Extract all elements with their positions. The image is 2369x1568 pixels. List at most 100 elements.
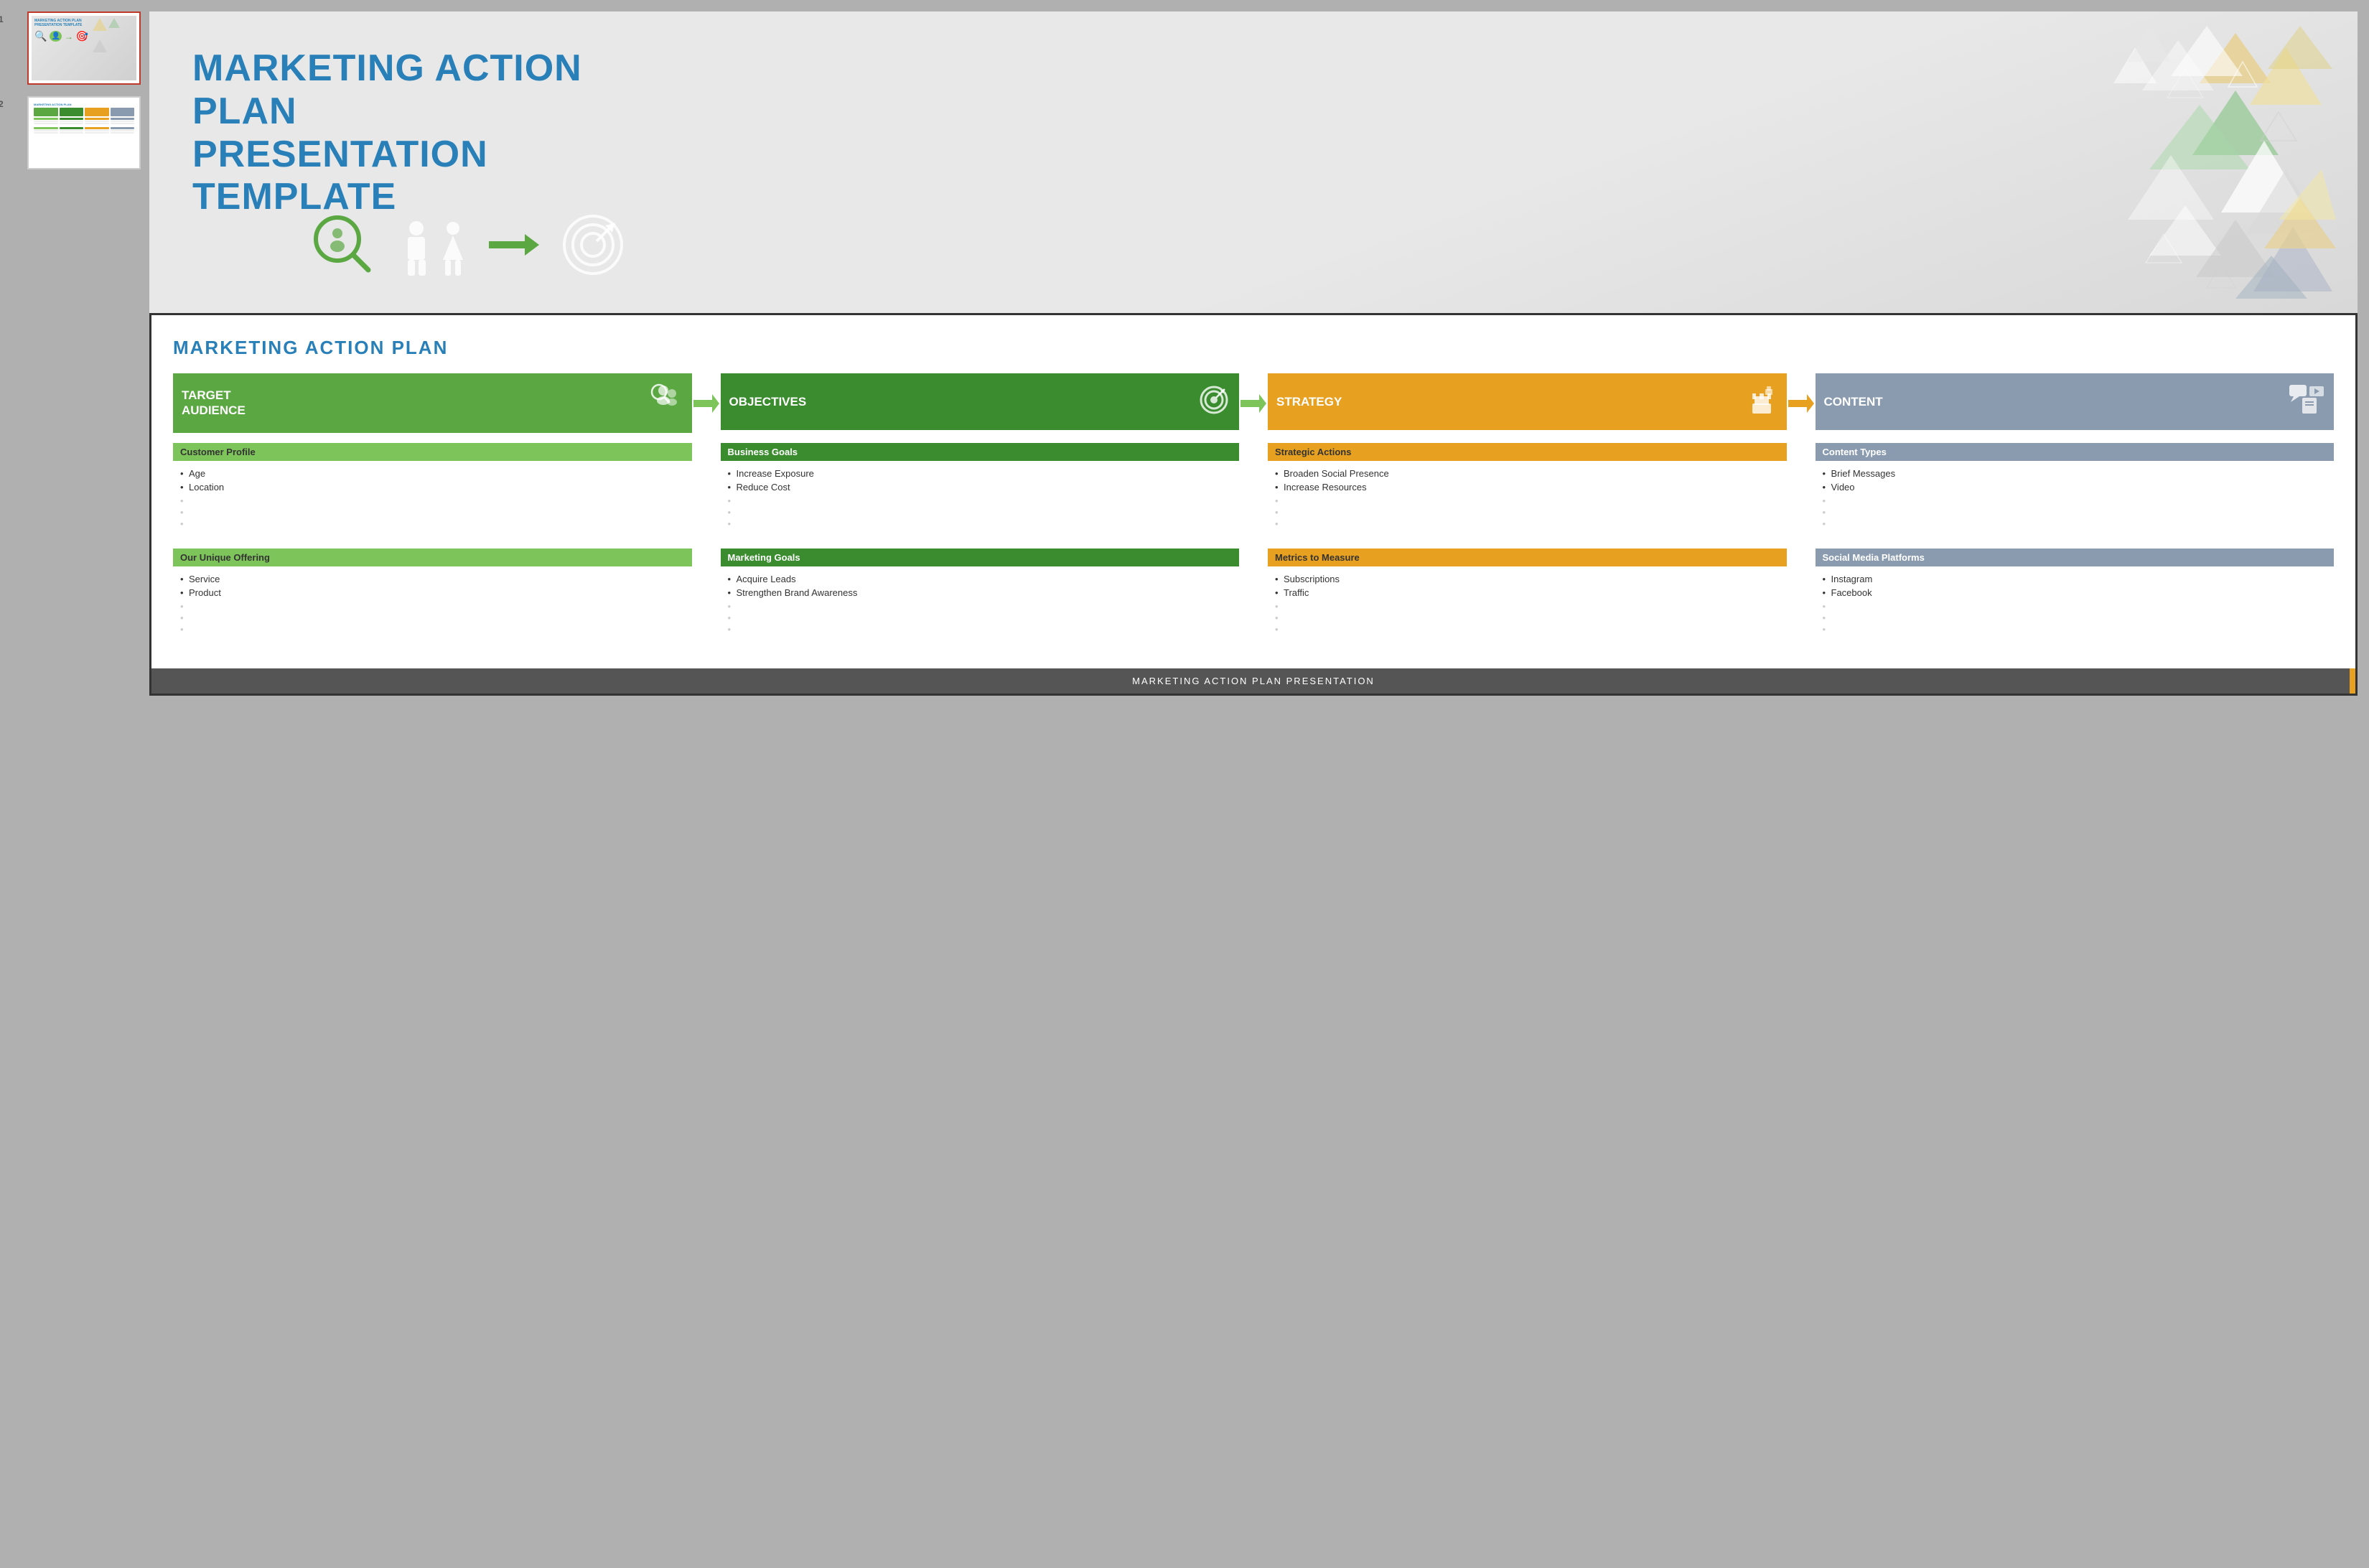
content-types-header: Content Types — [1816, 443, 2335, 461]
thumb2-title: MARKETING ACTION PLAN — [34, 103, 134, 106]
strategic-actions-section: Strategic Actions Broaden Social Presenc… — [1268, 443, 1787, 536]
slide2-footer: MARKETING ACTION PLAN PRESENTATION — [151, 668, 2355, 694]
item-empty-7: . — [728, 494, 1233, 505]
item-instagram: Instagram — [1823, 572, 2327, 586]
unique-offering-content: Service Product . . . — [173, 569, 692, 641]
slide2-main-title: MARKETING ACTION PLAN — [173, 337, 2334, 359]
strategy-label: STRATEGY — [1276, 395, 1342, 409]
item-empty-10: . — [728, 599, 1233, 611]
slide-number-1: 1 — [0, 14, 4, 24]
slide-thumbnail-2[interactable]: MARKETING ACTION PLAN — [27, 96, 141, 169]
item-reduce-cost: Reduce Cost — [728, 480, 1233, 494]
item-strengthen-brand: Strengthen Brand Awareness — [728, 586, 1233, 599]
item-empty-4: . — [180, 599, 685, 611]
target-audience-header: TARGETAUDIENCE — [173, 373, 692, 433]
item-traffic: Traffic — [1275, 586, 1780, 599]
objectives-header: OBJECTIVES — [721, 373, 1240, 430]
social-media-header: Social Media Platforms — [1816, 549, 2335, 566]
slide-number-2: 2 — [0, 99, 4, 109]
content-types-content: Brief Messages Video . . . — [1816, 464, 2335, 536]
header-strategy: STRATEGY — [1268, 373, 1787, 433]
item-empty-20: . — [1823, 505, 2327, 517]
content-sections-row: Customer Profile Age Location . . . Our … — [173, 443, 2334, 654]
business-goals-content: Increase Exposure Reduce Cost . . . — [721, 464, 1240, 536]
footer-text: MARKETING ACTION PLAN PRESENTATION — [1132, 676, 1375, 686]
item-brief-messages: Brief Messages — [1823, 467, 2327, 480]
content-header: CONTENT — [1816, 373, 2335, 430]
objectives-label: OBJECTIVES — [729, 395, 807, 409]
strategic-actions-content: Broaden Social Presence Increase Resourc… — [1268, 464, 1787, 536]
item-empty-13: . — [1275, 494, 1780, 505]
content-label: CONTENT — [1824, 395, 1883, 409]
header-objectives: OBJECTIVES — [721, 373, 1240, 433]
item-subscriptions: Subscriptions — [1275, 572, 1780, 586]
metrics-content: Subscriptions Traffic . . . — [1268, 569, 1787, 641]
item-empty-16: . — [1275, 599, 1780, 611]
content-sections: Content Types Brief Messages Video . . .… — [1816, 443, 2335, 654]
item-empty-17: . — [1275, 611, 1780, 622]
target-icon-illustration — [561, 213, 625, 281]
slide-thumbnail-panel: 1 MARKETING ACTION PLANPRESENTATION TEMP… — [11, 11, 141, 1557]
header-target-audience: TARGETAUDIENCE — [173, 373, 692, 433]
item-broaden-social: Broaden Social Presence — [1275, 467, 1780, 480]
customer-profile-header: Customer Profile — [173, 443, 692, 461]
slide-title: MARKETING ACTION PLAN PRESENTATION TEMPL… — [192, 47, 695, 219]
social-media-content: Instagram Facebook . . . — [1816, 569, 2335, 641]
item-empty-14: . — [1275, 505, 1780, 517]
arrow-2 — [1239, 373, 1268, 433]
item-empty-3: . — [180, 517, 685, 528]
marketing-goals-section: Marketing Goals Acquire Leads Strengthen… — [721, 549, 1240, 641]
item-empty-24: . — [1823, 622, 2327, 634]
item-empty-6: . — [180, 622, 685, 634]
target-audience-icon — [648, 383, 683, 423]
item-empty-9: . — [728, 517, 1233, 528]
footer-accent — [2350, 668, 2355, 694]
flow-arrow-illustration — [489, 230, 539, 263]
arrow-1 — [692, 373, 721, 433]
item-service: Service — [180, 572, 685, 586]
item-empty-5: . — [180, 611, 685, 622]
strategic-actions-header: Strategic Actions — [1268, 443, 1787, 461]
marketing-goals-content: Acquire Leads Strengthen Brand Awareness… — [721, 569, 1240, 641]
item-empty-22: . — [1823, 599, 2327, 611]
item-empty-23: . — [1823, 611, 2327, 622]
slide-2-map: MARKETING ACTION PLAN TARGETAUDIENCE — [149, 313, 2358, 696]
decoration-triangles — [1934, 26, 2336, 299]
target-audience-sections: Customer Profile Age Location . . . Our … — [173, 443, 692, 654]
item-empty-1: . — [180, 494, 685, 505]
item-empty-18: . — [1275, 622, 1780, 634]
target-audience-label: TARGETAUDIENCE — [182, 388, 246, 418]
marketing-goals-header: Marketing Goals — [721, 549, 1240, 566]
strategy-icon — [1745, 383, 1778, 420]
item-empty-12: . — [728, 622, 1233, 634]
item-product: Product — [180, 586, 685, 599]
item-location: Location — [180, 480, 685, 494]
item-facebook: Facebook — [1823, 586, 2327, 599]
column-headers-row: TARGETAUDIENCE — [173, 373, 2334, 433]
content-types-section: Content Types Brief Messages Video . . . — [1816, 443, 2335, 536]
arrow-3 — [1787, 373, 1816, 433]
customer-profile-section: Customer Profile Age Location . . . — [173, 443, 692, 536]
item-age: Age — [180, 467, 685, 480]
item-empty-11: . — [728, 611, 1233, 622]
social-media-section: Social Media Platforms Instagram Faceboo… — [1816, 549, 2335, 641]
strategy-sections: Strategic Actions Broaden Social Presenc… — [1268, 443, 1787, 654]
item-empty-8: . — [728, 505, 1233, 517]
slides-area: MARKETING ACTION PLAN PRESENTATION TEMPL… — [149, 11, 2358, 1557]
slide-1-title: MARKETING ACTION PLAN PRESENTATION TEMPL… — [149, 11, 2358, 313]
item-empty-19: . — [1823, 494, 2327, 505]
metrics-section: Metrics to Measure Subscriptions Traffic… — [1268, 549, 1787, 641]
customer-profile-content: Age Location . . . — [173, 464, 692, 536]
item-video: Video — [1823, 480, 2327, 494]
item-empty-15: . — [1275, 517, 1780, 528]
strategy-header: STRATEGY — [1268, 373, 1787, 430]
item-empty-21: . — [1823, 517, 2327, 528]
person-silhouettes — [401, 218, 467, 276]
item-empty-2: . — [180, 505, 685, 517]
business-goals-section: Business Goals Increase Exposure Reduce … — [721, 443, 1240, 536]
unique-offering-section: Our Unique Offering Service Product . . … — [173, 549, 692, 641]
item-increase-resources: Increase Resources — [1275, 480, 1780, 494]
content-icon — [2288, 383, 2325, 420]
slide1-illustration — [307, 209, 625, 284]
slide-thumbnail-1[interactable]: MARKETING ACTION PLANPRESENTATION TEMPLA… — [27, 11, 141, 85]
